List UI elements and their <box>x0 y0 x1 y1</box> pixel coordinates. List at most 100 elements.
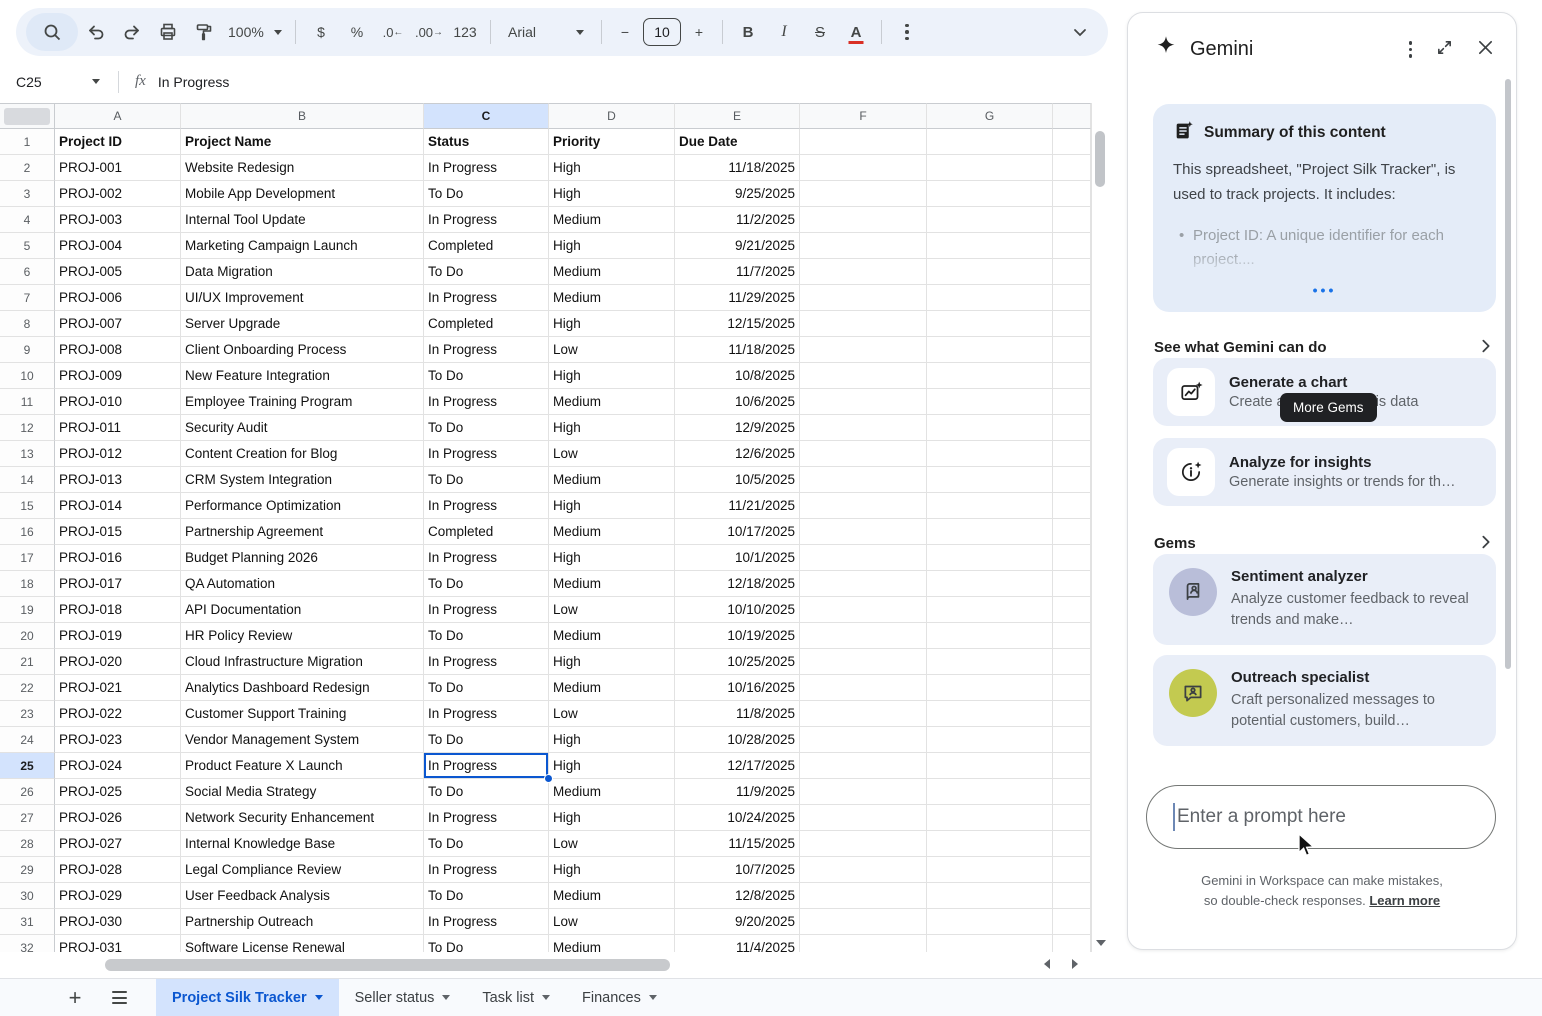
cell[interactable] <box>927 155 1053 181</box>
cell[interactable] <box>1053 259 1091 285</box>
cell[interactable] <box>927 519 1053 545</box>
cell[interactable]: 11/29/2025 <box>675 285 800 311</box>
cell[interactable]: High <box>549 857 675 883</box>
row-header-6[interactable]: 6 <box>0 259 55 285</box>
scroll-down-icon[interactable] <box>1096 940 1106 946</box>
cell[interactable] <box>1053 701 1091 727</box>
cell[interactable] <box>1053 337 1091 363</box>
cell[interactable] <box>1053 285 1091 311</box>
cell[interactable]: 10/5/2025 <box>675 467 800 493</box>
cell[interactable]: PROJ-003 <box>55 207 181 233</box>
cell[interactable]: 11/18/2025 <box>675 155 800 181</box>
decrease-font-size-button[interactable]: − <box>609 14 641 50</box>
cell[interactable]: PROJ-024 <box>55 753 181 779</box>
cell[interactable]: In Progress <box>424 155 549 181</box>
cell[interactable]: PROJ-005 <box>55 259 181 285</box>
cell[interactable]: Low <box>549 337 675 363</box>
cell[interactable]: 11/7/2025 <box>675 259 800 285</box>
strikethrough-button[interactable]: S <box>802 14 838 50</box>
cell[interactable] <box>1053 909 1091 935</box>
cell[interactable]: To Do <box>424 727 549 753</box>
cell[interactable]: PROJ-028 <box>55 857 181 883</box>
cell[interactable]: Budget Planning 2026 <box>181 545 424 571</box>
cell[interactable]: PROJ-029 <box>55 883 181 909</box>
row-header-20[interactable]: 20 <box>0 623 55 649</box>
cell[interactable]: PROJ-007 <box>55 311 181 337</box>
row-header-2[interactable]: 2 <box>0 155 55 181</box>
cell[interactable]: PROJ-010 <box>55 389 181 415</box>
cell[interactable] <box>800 779 927 805</box>
cell[interactable] <box>927 363 1053 389</box>
cell[interactable]: PROJ-016 <box>55 545 181 571</box>
cell[interactable]: In Progress <box>424 337 549 363</box>
cell[interactable]: PROJ-027 <box>55 831 181 857</box>
cell[interactable]: Internal Knowledge Base <box>181 831 424 857</box>
column-header-F[interactable]: F <box>800 103 927 129</box>
cell[interactable] <box>1053 363 1091 389</box>
cell[interactable] <box>800 519 927 545</box>
cell[interactable]: PROJ-014 <box>55 493 181 519</box>
cell[interactable] <box>1053 883 1091 909</box>
cell[interactable]: To Do <box>424 415 549 441</box>
sheet-tab-project-silk-tracker[interactable]: Project Silk Tracker <box>156 979 339 1016</box>
cell[interactable] <box>800 129 927 155</box>
cell[interactable]: 11/15/2025 <box>675 831 800 857</box>
cell[interactable] <box>927 415 1053 441</box>
cell[interactable]: Project ID <box>55 129 181 155</box>
cell[interactable]: Website Redesign <box>181 155 424 181</box>
row-header-16[interactable]: 16 <box>0 519 55 545</box>
cell[interactable]: Cloud Infrastructure Migration <box>181 649 424 675</box>
print-button[interactable] <box>150 14 186 50</box>
cell[interactable] <box>800 155 927 181</box>
row-header-7[interactable]: 7 <box>0 285 55 311</box>
cell[interactable]: PROJ-009 <box>55 363 181 389</box>
cell[interactable]: In Progress <box>424 909 549 935</box>
cell[interactable]: 9/25/2025 <box>675 181 800 207</box>
row-header-14[interactable]: 14 <box>0 467 55 493</box>
cell[interactable] <box>800 181 927 207</box>
cell[interactable]: High <box>549 727 675 753</box>
selected-cell-C25[interactable]: In Progress <box>424 753 549 779</box>
cell[interactable]: High <box>549 753 675 779</box>
row-header-21[interactable]: 21 <box>0 649 55 675</box>
cell[interactable]: Medium <box>549 389 675 415</box>
cell[interactable]: 12/18/2025 <box>675 571 800 597</box>
cell[interactable] <box>1053 493 1091 519</box>
cell[interactable]: High <box>549 493 675 519</box>
cell[interactable] <box>800 389 927 415</box>
row-header-5[interactable]: 5 <box>0 233 55 259</box>
search-button[interactable] <box>26 13 78 51</box>
cell[interactable]: Low <box>549 597 675 623</box>
number-format-button[interactable]: 123 <box>447 14 483 50</box>
cell[interactable]: PROJ-019 <box>55 623 181 649</box>
cell[interactable] <box>1053 675 1091 701</box>
cell[interactable] <box>927 649 1053 675</box>
cell[interactable] <box>927 857 1053 883</box>
cell[interactable]: To Do <box>424 181 549 207</box>
row-header-11[interactable]: 11 <box>0 389 55 415</box>
column-header-partial[interactable] <box>1053 103 1091 129</box>
cell[interactable]: Employee Training Program <box>181 389 424 415</box>
cell[interactable]: 10/28/2025 <box>675 727 800 753</box>
cell[interactable] <box>800 883 927 909</box>
cell[interactable]: Mobile App Development <box>181 181 424 207</box>
sheet-tab-finances[interactable]: Finances <box>566 979 673 1016</box>
vertical-scrollbar-thumb[interactable] <box>1095 131 1105 187</box>
cell[interactable] <box>927 337 1053 363</box>
row-header-22[interactable]: 22 <box>0 675 55 701</box>
learn-more-link[interactable]: Learn more <box>1369 893 1440 908</box>
cell[interactable]: Content Creation for Blog <box>181 441 424 467</box>
cell[interactable]: Medium <box>549 623 675 649</box>
cell[interactable] <box>927 389 1053 415</box>
cell[interactable]: 9/21/2025 <box>675 233 800 259</box>
cell[interactable]: Low <box>549 701 675 727</box>
sheet-tab-seller-status[interactable]: Seller status <box>339 979 467 1016</box>
cell[interactable] <box>927 207 1053 233</box>
cell[interactable]: 10/1/2025 <box>675 545 800 571</box>
cell[interactable] <box>1053 649 1091 675</box>
cell[interactable]: High <box>549 805 675 831</box>
column-header-E[interactable]: E <box>675 103 800 129</box>
add-sheet-button[interactable]: + <box>60 983 90 1013</box>
cell[interactable]: 12/15/2025 <box>675 311 800 337</box>
cell[interactable] <box>800 545 927 571</box>
